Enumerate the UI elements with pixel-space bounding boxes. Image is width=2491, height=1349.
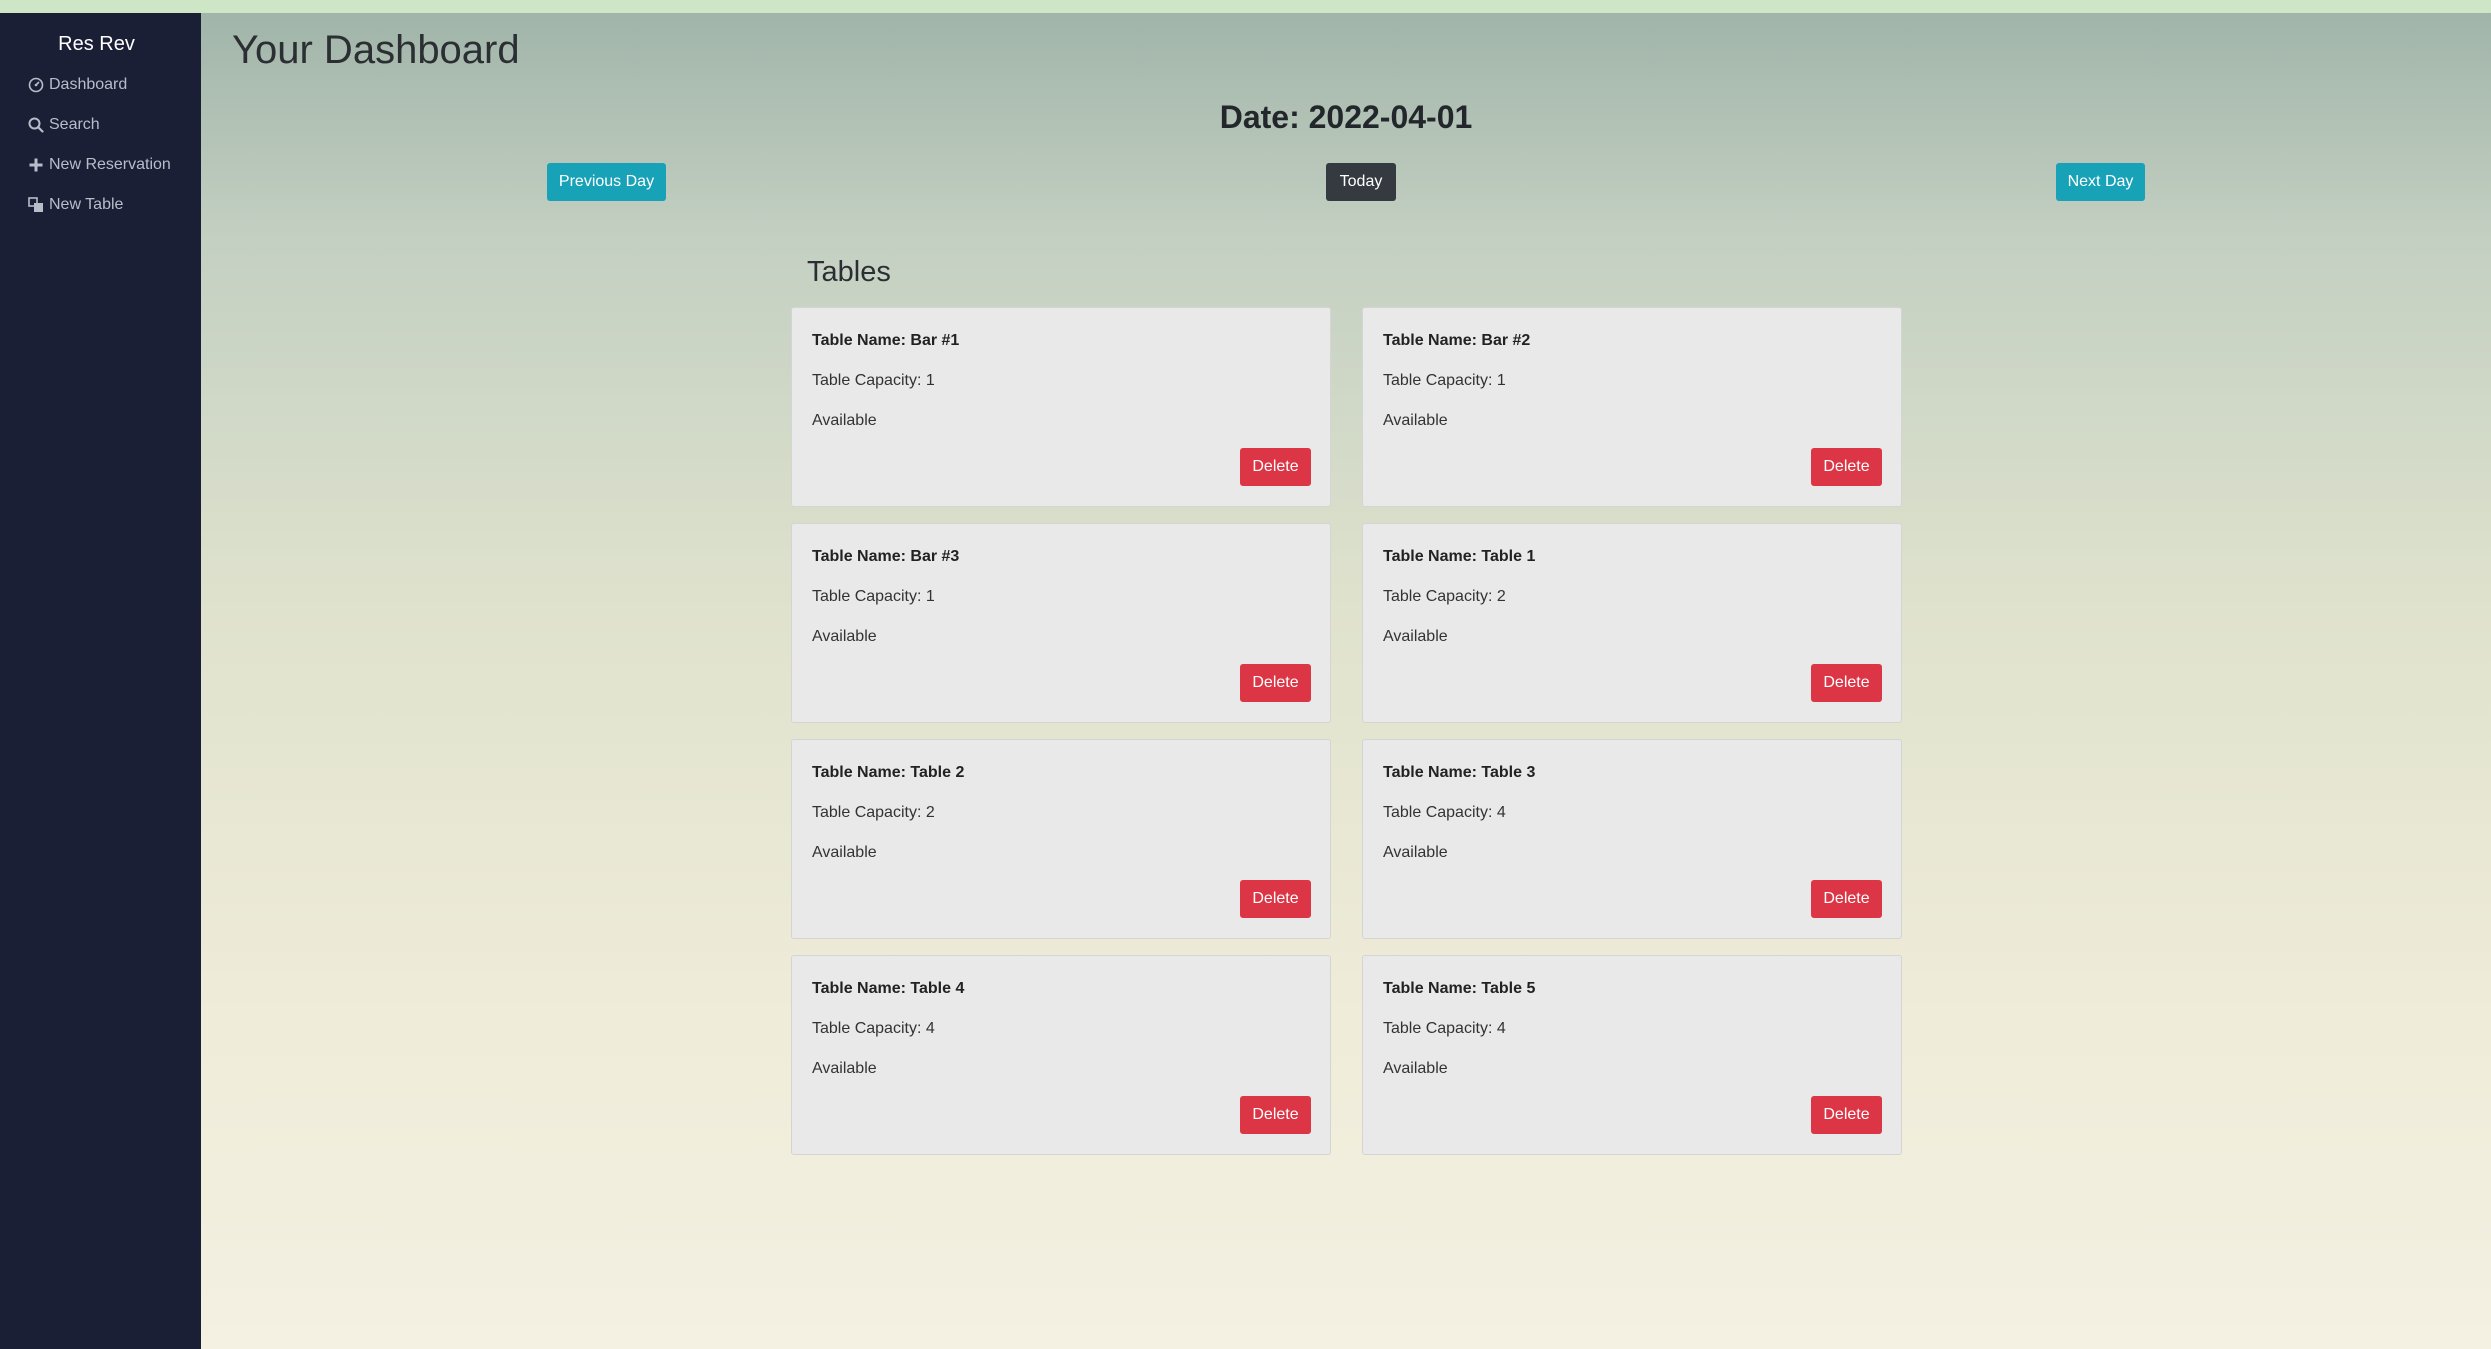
- table-status: Available: [812, 412, 877, 429]
- table-status: Available: [812, 1060, 877, 1077]
- next-day-button[interactable]: Next Day: [2056, 163, 2145, 201]
- table-card: Table Name: Bar #1 Table Capacity: 1 Ava…: [791, 307, 1331, 507]
- top-strip: [0, 0, 2491, 13]
- previous-day-button[interactable]: Previous Day: [547, 163, 666, 201]
- table-capacity: Table Capacity: 1: [812, 372, 935, 389]
- delete-button[interactable]: Delete: [1811, 1096, 1882, 1134]
- table-name: Table Name: Bar #2: [1383, 332, 1531, 349]
- table-name: Table Name: Table 1: [1383, 548, 1536, 565]
- table-name: Table Name: Table 5: [1383, 980, 1536, 997]
- table-capacity: Table Capacity: 2: [1383, 588, 1506, 605]
- today-button[interactable]: Today: [1326, 163, 1396, 201]
- table-card: Table Name: Bar #3 Table Capacity: 1 Ava…: [791, 523, 1331, 723]
- table-name: Table Name: Table 2: [812, 764, 965, 781]
- table-status: Available: [1383, 628, 1448, 645]
- main-content: Your Dashboard Date: 2022-04-01 Previous…: [201, 13, 2491, 1349]
- delete-button[interactable]: Delete: [1240, 664, 1311, 702]
- sidebar-item-new-table[interactable]: New Table: [27, 190, 123, 220]
- sidebar-item-label: New Reservation: [49, 156, 171, 173]
- table-card: Table Name: Bar #2 Table Capacity: 1 Ava…: [1362, 307, 1902, 507]
- delete-button[interactable]: Delete: [1811, 664, 1882, 702]
- tables-section-title: Tables: [807, 256, 891, 288]
- table-status: Available: [812, 844, 877, 861]
- table-status: Available: [1383, 844, 1448, 861]
- page-title: Your Dashboard: [232, 28, 520, 72]
- sidebar-item-label: Search: [49, 116, 100, 133]
- table-capacity: Table Capacity: 4: [1383, 804, 1506, 821]
- delete-button[interactable]: Delete: [1811, 880, 1882, 918]
- table-name: Table Name: Bar #3: [812, 548, 960, 565]
- table-card: Table Name: Table 1 Table Capacity: 2 Av…: [1362, 523, 1902, 723]
- table-capacity: Table Capacity: 2: [812, 804, 935, 821]
- table-card: Table Name: Table 4 Table Capacity: 4 Av…: [791, 955, 1331, 1155]
- table-status: Available: [812, 628, 877, 645]
- table-capacity: Table Capacity: 4: [812, 1020, 935, 1037]
- sidebar-item-dashboard[interactable]: Dashboard: [27, 70, 127, 100]
- table-name: Table Name: Table 4: [812, 980, 965, 997]
- search-icon: [27, 116, 45, 134]
- delete-button[interactable]: Delete: [1811, 448, 1882, 486]
- sidebar-item-search[interactable]: Search: [27, 110, 100, 140]
- sidebar: Res Rev Dashboard Search New Reservation…: [0, 13, 201, 1349]
- table-icon: [27, 196, 45, 214]
- table-capacity: Table Capacity: 1: [812, 588, 935, 605]
- delete-button[interactable]: Delete: [1240, 1096, 1311, 1134]
- sidebar-item-label: Dashboard: [49, 76, 128, 93]
- table-status: Available: [1383, 1060, 1448, 1077]
- table-card: Table Name: Table 2 Table Capacity: 2 Av…: [791, 739, 1331, 939]
- plus-icon: [27, 156, 45, 174]
- table-name: Table Name: Bar #1: [812, 332, 960, 349]
- delete-button[interactable]: Delete: [1240, 880, 1311, 918]
- tables-grid: Table Name: Bar #1 Table Capacity: 1 Ava…: [791, 307, 1903, 1155]
- dashboard-icon: [27, 76, 45, 94]
- table-card: Table Name: Table 5 Table Capacity: 4 Av…: [1362, 955, 1902, 1155]
- brand-title[interactable]: Res Rev: [0, 33, 193, 56]
- table-capacity: Table Capacity: 1: [1383, 372, 1506, 389]
- table-status: Available: [1383, 412, 1448, 429]
- sidebar-item-new-reservation[interactable]: New Reservation: [27, 150, 171, 180]
- table-name: Table Name: Table 3: [1383, 764, 1536, 781]
- table-card: Table Name: Table 3 Table Capacity: 4 Av…: [1362, 739, 1902, 939]
- delete-button[interactable]: Delete: [1240, 448, 1311, 486]
- date-heading: Date: 2022-04-01: [1219, 99, 1473, 135]
- sidebar-item-label: New Table: [49, 196, 124, 213]
- table-capacity: Table Capacity: 4: [1383, 1020, 1506, 1037]
